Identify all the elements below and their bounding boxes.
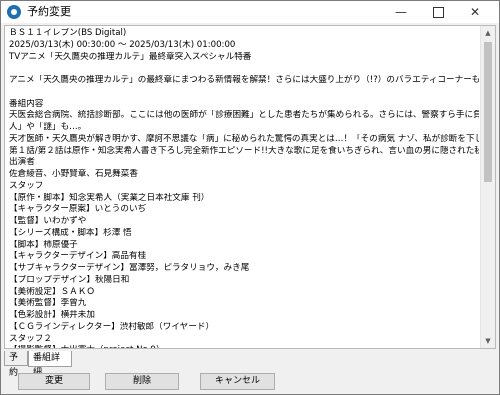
detail-line: 2025/03/13(木) 00:30:00 ～ 2025/03/13(木) 0… [9,39,236,50]
detail-line [9,63,479,75]
detail-line: 【脚本】柿原優子 [9,239,78,250]
detail-line: 【ＣＧラインディレクター】渋村敏郎（ワイヤード） [9,321,215,332]
program-details-panel[interactable]: ＢＳ１１イレブン(BS Digital) 2025/03/13(木) 00:30:… [4,25,496,349]
detail-line: 【プロップデザイン】秋陽日和 [9,274,130,285]
detail-line [9,87,479,99]
scroll-down-icon[interactable]: ▼ [481,334,495,348]
app-icon [7,5,21,19]
detail-line: 人」や「謎」も…。 [9,122,87,132]
cancel-button[interactable]: キャンセル [200,373,275,390]
detail-line: 【美術設定】ＳＡＫＯ [9,286,95,297]
scroll-thumb[interactable] [484,42,492,182]
close-button[interactable]: ✕ [457,1,493,23]
detail-line: アニメ「天久鷹央の推理カルテ」の最終章にまつわる新情報を解禁！さらには大盛り上が… [9,75,479,85]
detail-line: 【サブキャラクターデザイン】冨澤努，ピラタリョウ，みき尾 [9,263,250,273]
maximize-icon [432,7,444,18]
detail-line: 佐倉綾音、小野賢章、石見舞菜香 [9,169,138,179]
tab-reservation[interactable]: 予約 [4,351,28,378]
detail-line: 番組内容 [9,98,44,109]
window-title: 予約変更 [27,5,71,18]
program-details-text: ＢＳ１１イレブン(BS Digital) 2025/03/13(木) 00:30:… [9,28,479,348]
detail-line: 【キャラクター原案】いとうのいぢ [9,204,147,215]
detail-line: 【監督】いわかずや [9,216,87,226]
detail-line: TVアニメ「天久鷹央の推理カルテ」最終章突入スペシャル特番 [9,51,252,62]
detail-line: スタッフ２ [9,333,52,344]
minimize-button[interactable]: — [383,1,419,23]
detail-line: 天医会総合病院、統括診断部。ここには他の医師が「診療困難」とした患者たちが集めら… [9,110,479,121]
scroll-up-icon[interactable]: ▲ [481,26,495,40]
detail-line: 【原作・脚本】知念実希人（実業之日本社文庫 刊） [9,192,210,203]
title-bar: 予約変更 — ✕ [1,1,499,23]
detail-line: 第１話/第２話は原作・知念実希人書き下ろし完全新作エピソード!!大きな歌に足を食… [9,145,479,156]
detail-line: 天才医師・天久鷹央が解き明かす、摩訶不思議な「病」に秘められた驚愕の真実とは…！… [9,133,479,144]
change-button[interactable]: 変更 [18,373,90,390]
reservation-change-window: 予約変更 — ✕ ＢＳ１１イレブン(BS Digital) 2025/03/13(… [0,0,500,395]
detail-line: 【シリーズ構成・脚本】杉澤 悟 [9,227,132,238]
detail-line: 【撮影監督】大出富士（project No.9） [9,345,479,348]
vertical-scrollbar[interactable]: ▲ ▼ [480,26,495,348]
detail-line: 【色彩設計】横井未加 [9,310,95,320]
maximize-button[interactable] [420,1,456,23]
detail-line: 【美術監督】李曾九 [9,298,87,309]
detail-line: 出演者 [9,157,35,168]
tab-program-details[interactable]: 番組詳細 [28,351,72,378]
delete-button[interactable]: 削除 [105,373,179,390]
detail-line: ＢＳ１１イレブン(BS Digital) [9,28,127,38]
detail-line: 【キャラクターデザイン】高品有桂 [9,251,147,262]
detail-line: スタッフ [9,180,44,191]
